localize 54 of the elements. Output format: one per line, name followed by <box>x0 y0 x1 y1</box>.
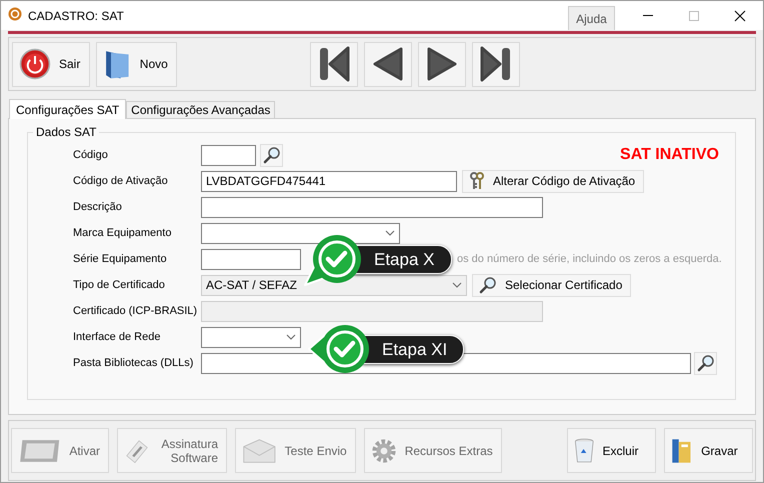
binder-icon <box>671 438 694 464</box>
save-button[interactable]: Gravar <box>664 428 753 473</box>
field-label: Código <box>73 149 109 161</box>
field-label: Certificado (ICP-BRASIL) <box>73 305 198 317</box>
previous-icon <box>370 45 405 83</box>
new-button[interactable]: Novo <box>96 42 177 86</box>
text-field[interactable] <box>201 248 301 270</box>
chevron-icon <box>286 334 296 340</box>
first-record-button[interactable] <box>310 42 358 86</box>
maximize-icon <box>688 10 700 22</box>
search-icon <box>479 276 497 294</box>
delete-button[interactable]: Excluir <box>567 428 656 473</box>
group-title: Dados SAT <box>33 125 100 139</box>
keys-icon <box>469 172 485 190</box>
hint-text: os do número de série, incluindo os zeros a esquerda. <box>457 253 722 265</box>
field-label: Tipo de Certificado <box>73 279 166 291</box>
skip-last-icon <box>478 45 513 83</box>
dropdown[interactable] <box>201 222 400 244</box>
text-field[interactable] <box>201 196 543 218</box>
last-record-button[interactable] <box>472 42 520 86</box>
power-icon <box>19 48 51 80</box>
pen-icon <box>124 438 150 464</box>
change-code-button[interactable]: Alterar Código de Ativação <box>462 170 644 192</box>
gear-icon <box>370 438 397 464</box>
close-icon <box>734 10 746 22</box>
search-icon <box>696 354 714 372</box>
status-text: SAT INATIVO <box>620 146 719 164</box>
chevron-icon <box>452 282 462 288</box>
field-label: Série Equipamento <box>73 253 168 265</box>
text-field[interactable]: LVBDATGGFD475441 <box>201 170 457 192</box>
card-icon <box>18 438 62 464</box>
next-button[interactable] <box>418 42 466 86</box>
field-label: Pasta Bibliotecas (DLLs) <box>73 357 194 369</box>
tab[interactable]: Configurações Avançadas <box>126 101 276 118</box>
next-icon <box>424 45 459 83</box>
minimize-icon <box>643 15 653 16</box>
exit-button[interactable]: Sair <box>12 42 90 86</box>
search-button[interactable] <box>694 352 717 374</box>
recycle-bin-icon <box>574 438 595 464</box>
window-title: CADASTRO: SAT <box>28 8 125 22</box>
field-label: Marca Equipamento <box>73 227 172 239</box>
text-field[interactable] <box>201 144 256 166</box>
search-button[interactable] <box>260 144 283 166</box>
help-tab[interactable]: Ajuda <box>568 6 615 30</box>
field-label: Interface de Rede <box>73 331 162 343</box>
field-label: Descrição <box>73 201 123 213</box>
tab[interactable]: Configurações SAT <box>9 99 126 119</box>
search-icon <box>262 146 280 164</box>
dropdown[interactable] <box>201 326 301 348</box>
previous-button[interactable] <box>364 42 412 86</box>
envelope-icon <box>242 438 277 464</box>
chevron-icon <box>385 230 395 236</box>
field-label: Código de Ativação <box>73 175 169 187</box>
app-icon <box>8 7 22 21</box>
